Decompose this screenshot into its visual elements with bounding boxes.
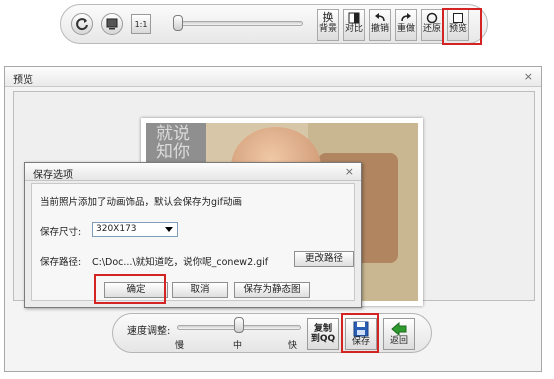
speed-tick-mid: 中 <box>233 341 243 351</box>
replace-bg-button[interactable]: 换 背景 <box>317 9 339 41</box>
save-path-value: C:\Doc...\就知道吃，说你呢_conew2.gif <box>92 257 269 268</box>
preview-close-icon[interactable]: × <box>524 71 533 82</box>
undo-icon <box>373 12 387 24</box>
preview-highlight-outline <box>442 8 482 45</box>
top-toolbar: 1:1 换 背景 对比 撤销 重做 还原 预览 <box>60 4 488 44</box>
speed-tick-slow: 慢 <box>175 341 185 351</box>
preview-titlebar: 预览 × <box>5 67 541 87</box>
save-dialog-close-icon[interactable]: × <box>345 166 354 177</box>
speed-label: 速度调整: <box>127 326 171 337</box>
redo-label: 重做 <box>396 24 415 34</box>
refresh-button[interactable] <box>71 13 93 35</box>
cancel-button[interactable]: 取消 <box>172 282 228 298</box>
zoom-slider-thumb[interactable] <box>173 15 183 31</box>
compare-label: 对比 <box>344 24 363 34</box>
save-dialog-title: 保存选项 <box>33 170 73 181</box>
compare-button[interactable]: 对比 <box>343 9 365 41</box>
redo-icon <box>399 12 413 24</box>
save-static-button[interactable]: 保存为静态图 <box>234 282 310 298</box>
speed-slider-thumb[interactable] <box>234 317 244 333</box>
save-dialog-body: 当前照片添加了动画饰品，默认会保存为gif动画 保存尺寸: 320X173 保存… <box>31 183 355 301</box>
zoom-slider-track <box>173 21 303 26</box>
preview-title: 预览 <box>13 75 33 86</box>
monitor-icon <box>106 18 118 30</box>
copy-to-qq-label-bottom: 到QQ <box>310 334 336 344</box>
save-size-select[interactable]: 320X173 <box>92 222 178 237</box>
save-size-label: 保存尺寸: <box>40 227 82 238</box>
cancel-label: 取消 <box>190 284 210 295</box>
compare-icon <box>347 12 361 24</box>
restore-button[interactable]: 还原 <box>421 9 443 41</box>
zoom-1to1-button[interactable]: 1:1 <box>131 14 151 34</box>
chevron-down-icon <box>165 227 173 232</box>
save-dialog-titlebar: 保存选项 × <box>25 163 361 181</box>
back-button[interactable]: 返回 <box>383 318 415 350</box>
save-size-value: 320X173 <box>96 224 137 234</box>
undo-button[interactable]: 撤销 <box>369 9 391 41</box>
back-label: 返回 <box>389 336 408 346</box>
change-path-button[interactable]: 更改路径 <box>294 251 354 267</box>
restore-icon <box>425 12 439 24</box>
replace-bg-label-top: 换 <box>322 11 334 24</box>
replace-bg-label: 背景 <box>318 24 337 34</box>
save-highlight-outline <box>341 313 379 353</box>
save-dialog-message: 当前照片添加了动画饰品，默认会保存为gif动画 <box>40 197 243 208</box>
speed-tick-fast: 快 <box>288 341 298 351</box>
back-arrow-icon <box>391 322 407 336</box>
save-options-dialog: 保存选项 × 当前照片添加了动画饰品，默认会保存为gif动画 保存尺寸: 320… <box>24 162 362 308</box>
change-path-label: 更改路径 <box>304 253 343 264</box>
redo-button[interactable]: 重做 <box>395 9 417 41</box>
ok-highlight-outline <box>94 274 166 304</box>
save-static-label: 保存为静态图 <box>243 284 301 295</box>
undo-label: 撤销 <box>370 24 389 34</box>
refresh-icon <box>76 18 88 31</box>
zoom-1to1-label: 1:1 <box>134 19 148 29</box>
zoom-slider[interactable] <box>173 15 303 31</box>
animation-control-bar: 速度调整: 慢 中 快 复制 到QQ 保存 返回 <box>112 313 432 353</box>
photo-overlay-text: 就说 知你 <box>156 124 190 162</box>
restore-label: 还原 <box>422 24 441 34</box>
copy-to-qq-label-top: 复制 <box>313 324 332 334</box>
copy-to-qq-button[interactable]: 复制 到QQ <box>307 318 339 350</box>
monitor-button[interactable] <box>101 13 123 35</box>
save-path-label: 保存路径: <box>40 257 82 268</box>
